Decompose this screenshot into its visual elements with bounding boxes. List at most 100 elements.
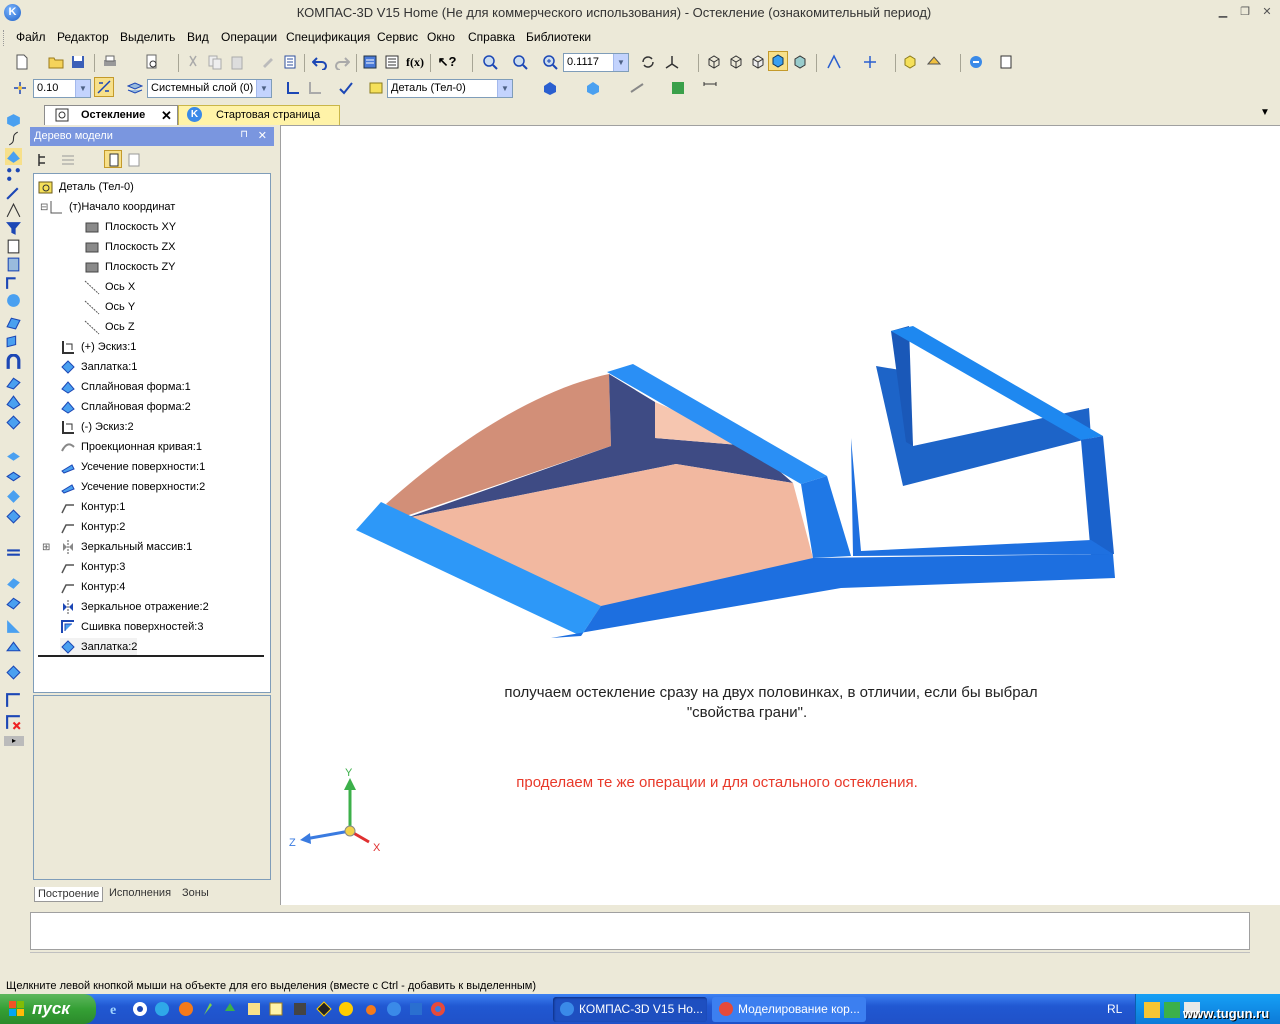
- copy-icon[interactable]: [205, 52, 225, 72]
- tree-doc-icon[interactable]: [126, 152, 142, 168]
- format-painter-icon[interactable]: [258, 52, 278, 72]
- menu-grip[interactable]: [3, 30, 7, 46]
- variables-icon[interactable]: [382, 52, 402, 72]
- collapse-icon[interactable]: ⊟: [40, 202, 48, 213]
- tree-item[interactable]: ⊞ Зеркальный массив:1: [42, 538, 192, 556]
- hidden-lines-icon[interactable]: [726, 52, 746, 72]
- undo-icon[interactable]: [310, 52, 330, 72]
- tree-item[interactable]: (+) Эскиз:1: [60, 338, 136, 356]
- tree-item[interactable]: Плоскость XY: [84, 218, 176, 236]
- zoom-icon[interactable]: [540, 52, 560, 72]
- tree-view-icon[interactable]: [60, 152, 76, 168]
- quicklaunch-kompas-sign-icon[interactable]: [338, 1001, 354, 1020]
- part-combo[interactable]: Деталь (Тел-0) ▼: [387, 79, 513, 98]
- trim-surface-icon[interactable]: [5, 594, 22, 611]
- rotate-icon[interactable]: [638, 52, 658, 72]
- shaded-icon[interactable]: [768, 51, 788, 71]
- quicklaunch-viewer-icon[interactable]: [408, 1001, 424, 1020]
- quicklaunch-firefox-icon[interactable]: [178, 1001, 194, 1020]
- tree-item[interactable]: Сплайновая форма:2: [60, 398, 191, 416]
- expand-icon[interactable]: ⊞: [42, 542, 50, 553]
- tab-zones[interactable]: Зоны: [182, 887, 209, 899]
- tabs-menu-icon[interactable]: ▼: [1260, 107, 1270, 118]
- open-folder-icon[interactable]: [46, 52, 66, 72]
- tab-variants[interactable]: Исполнения: [109, 887, 171, 899]
- menu-specification[interactable]: Спецификация: [286, 30, 370, 44]
- cut-icon[interactable]: [183, 52, 203, 72]
- start-button[interactable]: пуск: [0, 994, 96, 1024]
- tree-item[interactable]: Контур:4: [60, 578, 125, 596]
- tree-mode-icon[interactable]: [104, 150, 122, 168]
- properties-bar[interactable]: [30, 912, 1250, 950]
- edit-tool-icon[interactable]: [5, 184, 22, 201]
- snap-point-icon[interactable]: [10, 78, 30, 98]
- tree-item[interactable]: Ось Y: [84, 298, 135, 316]
- tab-ostekl[interactable]: Остекление ✕: [44, 105, 178, 125]
- ruled-surface-icon[interactable]: [5, 638, 22, 655]
- part-cube-icon[interactable]: [900, 52, 920, 72]
- extend-surface-icon[interactable]: [5, 574, 22, 591]
- tree-item[interactable]: (-) Эскиз:2: [60, 418, 134, 436]
- tree-item[interactable]: Сшивка поверхностей:3: [60, 618, 203, 636]
- quicklaunch-files-icon[interactable]: [268, 1001, 284, 1020]
- menu-select[interactable]: Выделить: [120, 30, 175, 44]
- spline-tool-icon[interactable]: [5, 448, 22, 465]
- tree-item[interactable]: ⊟ (т)Начало координат: [40, 198, 175, 216]
- coordinate-system-icon[interactable]: [283, 78, 303, 98]
- rollback-line[interactable]: [38, 655, 264, 657]
- quicklaunch-winamp-icon[interactable]: [316, 1001, 332, 1020]
- restore-button[interactable]: ❐: [1237, 5, 1253, 19]
- perspective-icon[interactable]: [824, 52, 844, 72]
- section-icon[interactable]: [860, 52, 880, 72]
- tree-item[interactable]: Заплатка:1: [60, 358, 137, 376]
- tree-item[interactable]: Контур:2: [60, 518, 125, 536]
- quicklaunch-media-icon[interactable]: [132, 1001, 148, 1020]
- zoom-window-icon[interactable]: [480, 52, 500, 72]
- taskbar-browser-window[interactable]: Моделирование кор...: [712, 997, 866, 1022]
- close-icon[interactable]: ✕: [258, 129, 267, 142]
- lib-tool-icon[interactable]: [5, 292, 22, 309]
- quicklaunch-app-icon[interactable]: [200, 1001, 216, 1020]
- menu-edit[interactable]: Редактор: [57, 30, 109, 44]
- zoom-scale-combo[interactable]: 0.1117 ▼: [563, 53, 629, 72]
- stitch-tool-icon[interactable]: [5, 692, 22, 709]
- print-icon[interactable]: [100, 52, 120, 72]
- thin-hidden-icon[interactable]: [748, 52, 768, 72]
- redo-icon[interactable]: [332, 52, 352, 72]
- menu-help[interactable]: Справка: [468, 30, 515, 44]
- model-scene[interactable]: получаем остекление сразу на двух полови…: [281, 126, 1280, 906]
- calc-icon[interactable]: [996, 52, 1016, 72]
- chevron-down-icon[interactable]: ▼: [256, 80, 271, 97]
- sketch-surface-icon[interactable]: [5, 314, 22, 331]
- quicklaunch-kompas-icon[interactable]: [386, 1001, 402, 1020]
- pin-icon[interactable]: ⊓: [240, 129, 248, 140]
- expand-arrow-icon[interactable]: ▸: [4, 736, 24, 746]
- step-combo[interactable]: 0.10 ▼: [33, 79, 91, 98]
- quicklaunch-recycle-icon[interactable]: [222, 1001, 238, 1020]
- cube-tool-icon[interactable]: [5, 112, 22, 129]
- menu-operations[interactable]: Операции: [221, 30, 277, 44]
- properties-icon[interactable]: [280, 52, 300, 72]
- menu-file[interactable]: Файл: [16, 30, 46, 44]
- spec-tool-icon[interactable]: [5, 238, 22, 255]
- quicklaunch-blender-icon[interactable]: [362, 1001, 378, 1020]
- save-icon[interactable]: [68, 52, 88, 72]
- model-viewport[interactable]: получаем остекление сразу на двух полови…: [280, 125, 1280, 905]
- tab-start-page[interactable]: K Стартовая страница: [178, 105, 340, 125]
- quicklaunch-skype-icon[interactable]: [154, 1001, 170, 1020]
- chevron-down-icon[interactable]: ▼: [497, 80, 512, 97]
- grid-surface-icon[interactable]: [5, 468, 22, 485]
- tree-item[interactable]: Усечение поверхности:1: [60, 458, 205, 476]
- zoom-fit-icon[interactable]: [510, 52, 530, 72]
- menu-window[interactable]: Окно: [427, 30, 455, 44]
- new-document-icon[interactable]: [12, 52, 32, 72]
- quicklaunch-notes-icon[interactable]: [246, 1001, 262, 1020]
- tray-network-icon[interactable]: [1164, 1002, 1180, 1018]
- tree-item[interactable]: Плоскость ZY: [84, 258, 176, 276]
- patch-tool-icon[interactable]: [5, 414, 22, 431]
- close-icon[interactable]: ✕: [161, 108, 172, 124]
- orientation-icon[interactable]: [662, 52, 682, 72]
- function-icon[interactable]: f(x): [405, 52, 425, 72]
- tree-item[interactable]: Ось X: [84, 278, 135, 296]
- wireframe-icon[interactable]: [704, 52, 724, 72]
